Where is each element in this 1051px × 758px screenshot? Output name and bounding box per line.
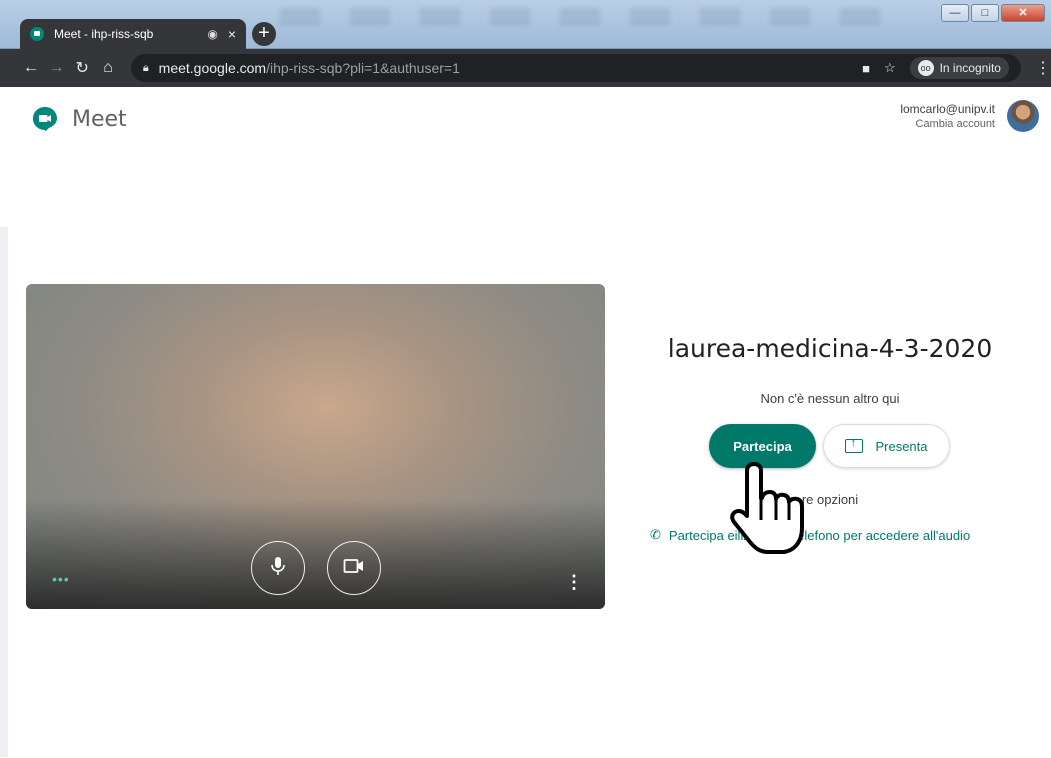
present-screen-icon xyxy=(845,437,864,453)
camera-icon xyxy=(343,558,365,579)
meet-favicon-icon xyxy=(30,27,44,41)
tab-title: Meet - ihp-riss-sqb xyxy=(54,27,154,41)
meet-logo-icon xyxy=(32,106,58,132)
present-button[interactable]: Presenta xyxy=(823,424,950,468)
avatar[interactable] xyxy=(1007,100,1039,132)
address-bar[interactable]: 🔒︎ meet.google.com/ihp-riss-sqb?pli=1&au… xyxy=(130,54,1021,82)
more-options-label: re opzioni xyxy=(801,492,859,507)
maximize-button[interactable]: □ xyxy=(971,4,999,22)
blurred-bookmarks xyxy=(280,8,880,26)
reload-icon[interactable]: ↻ xyxy=(69,58,95,78)
account-email: lomcarlo@unipv.it xyxy=(900,102,995,116)
meet-logo[interactable]: Meet xyxy=(32,106,127,132)
more-options-icon[interactable]: ⋮ xyxy=(565,573,583,591)
address-bar-actions: ■ ☆ oo In incognito xyxy=(862,57,1009,79)
window-controls: — □ ✕ xyxy=(941,4,1045,22)
forward-arrow-icon[interactable]: → xyxy=(44,59,70,77)
window-titlebar: Meet - ihp-riss-sqb ◉ × + — □ ✕ xyxy=(0,0,1051,49)
microphone-toggle-button[interactable] xyxy=(251,541,305,595)
preview-gradient xyxy=(26,499,605,609)
participants-status: Non c'è nessun altro qui xyxy=(760,391,900,406)
bookmark-star-icon[interactable]: ☆ xyxy=(884,60,896,76)
switch-account-link[interactable]: Cambia account xyxy=(900,118,996,130)
tab-close-icon[interactable]: × xyxy=(228,26,236,42)
incognito-label: In incognito xyxy=(939,61,1001,75)
back-arrow-icon[interactable]: ← xyxy=(18,59,44,77)
app-name: Meet xyxy=(72,106,127,132)
phone-forward-icon: ✆ xyxy=(650,527,661,542)
close-window-button[interactable]: ✕ xyxy=(1001,4,1045,22)
url-path: /ihp-riss-sqb?pli=1&authuser=1 xyxy=(266,60,460,76)
microphone-icon xyxy=(269,556,287,581)
incognito-icon: oo xyxy=(917,60,934,76)
meet-page: Meet lomcarlo@unipv.it Cambia account ••… xyxy=(0,87,1051,758)
account-switcher[interactable]: lomcarlo@unipv.it Cambia account xyxy=(900,100,1039,132)
lock-icon: 🔒︎ xyxy=(142,61,149,74)
present-label: Presenta xyxy=(875,438,928,454)
camera-indicator-icon[interactable]: ■ xyxy=(862,61,870,76)
browser-menu-icon[interactable]: ⋮ xyxy=(1035,58,1051,78)
browser-tab-meet[interactable]: Meet - ihp-riss-sqb ◉ × xyxy=(20,19,246,49)
phone-link-text-1: Partecipa e xyxy=(668,527,735,543)
account-info: lomcarlo@unipv.it Cambia account xyxy=(900,102,995,130)
new-tab-button[interactable]: + xyxy=(252,22,276,46)
camera-toggle-button[interactable] xyxy=(327,541,381,595)
home-icon[interactable]: ⌂ xyxy=(95,59,121,77)
incognito-badge[interactable]: oo In incognito xyxy=(909,57,1009,79)
minimize-button[interactable]: — xyxy=(941,4,969,22)
record-dot-icon: ◉ xyxy=(207,27,218,41)
browser-toolbar: ← → ↻ ⌂ 🔒︎ meet.google.com/ihp-riss-sqb?… xyxy=(0,49,1051,87)
url-host: meet.google.com xyxy=(158,60,267,76)
meeting-code-title: laurea-medicina-4-3-2020 xyxy=(667,334,993,363)
camera-preview: ••• ⋮ xyxy=(26,284,605,609)
audio-level-dots: ••• xyxy=(52,571,70,587)
hand-pointer-cursor-icon xyxy=(728,460,813,556)
